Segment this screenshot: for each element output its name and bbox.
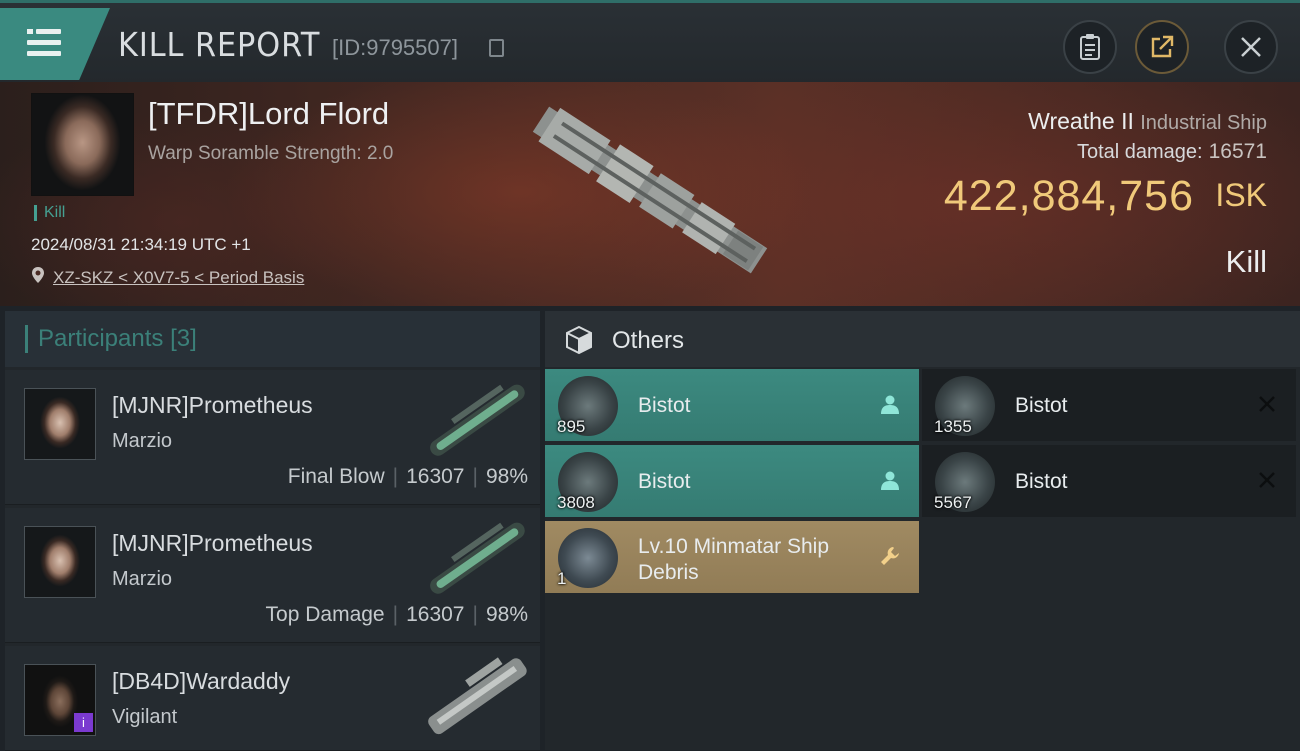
victim-stat: Warp Soramble Strength: 2.0 [148, 143, 394, 164]
participant-ship: Marzio [112, 430, 173, 452]
participants-title: Participants [3] [25, 325, 197, 353]
copy-icon[interactable] [489, 39, 504, 57]
loot-item[interactable]: 1355 Bistot [922, 369, 1296, 441]
participant-role: Top Damage [265, 603, 385, 626]
location-link[interactable]: XZ-SKZ < X0V7-5 < Period Basis [53, 268, 304, 288]
others-header: Others [545, 311, 1300, 367]
menu-icon [27, 29, 33, 34]
ship-class: Industrial Ship [1140, 112, 1267, 134]
participant-damage: 16307 [406, 465, 465, 488]
debris-icon [558, 528, 618, 588]
loot-item[interactable]: 3808 Bistot [545, 445, 919, 517]
kill-tag: Kill [34, 205, 65, 221]
cube-icon [566, 325, 592, 355]
report-id: [ID:9795507] [332, 35, 458, 60]
result-label: Kill [1225, 244, 1267, 279]
item-quantity: 3808 [557, 493, 595, 512]
item-quantity: 1355 [934, 417, 972, 436]
loot-item[interactable]: 1 Lv.10 Minmatar Ship Debris [545, 521, 919, 593]
location-pin-icon [32, 267, 44, 283]
item-name: Lv.10 Minmatar Ship Debris [638, 535, 830, 584]
close-icon [1259, 472, 1275, 488]
participant-ship-image [428, 657, 527, 735]
total-damage-value: 16571 [1208, 140, 1267, 163]
participants-panel[interactable]: Participants [3] [MJNR]Prometheus Marzio… [5, 311, 540, 751]
kill-timestamp: 2024/08/31 21:34:19 UTC +1 [31, 235, 251, 254]
clipboard-icon [1080, 34, 1100, 60]
isk-value: 422,884,756 [943, 172, 1194, 220]
ship-name: Wreathe II [1028, 108, 1134, 134]
participants-count: [3] [170, 325, 197, 352]
top-bar: KILL REPORT [ID:9795507] [0, 0, 1300, 85]
loot-item[interactable]: 895 Bistot [545, 369, 919, 441]
participant-name: [MJNR]Prometheus [112, 392, 313, 418]
participant-stats: Final Blow | 16307 | 98% [287, 465, 528, 488]
victim-name[interactable]: [TFDR]Lord Flord [148, 96, 389, 132]
menu-button[interactable] [0, 8, 110, 80]
item-quantity: 1 [557, 569, 567, 588]
wrench-icon [881, 547, 899, 565]
participant-row[interactable]: [MJNR]Prometheus Marzio Final Blow | 16307… [5, 370, 540, 505]
item-quantity: 895 [557, 417, 586, 436]
page-title: KILL REPORT [118, 25, 321, 64]
item-name: Bistot [638, 470, 691, 493]
others-panel: Others 895 Bistot 1355 Bistot 3808 Bisto… [545, 311, 1300, 750]
item-name: Bistot [638, 394, 691, 417]
share-icon [1151, 35, 1174, 58]
participant-name: [DB4D]Wardaddy [112, 668, 291, 694]
participant-ship: Marzio [112, 568, 173, 590]
total-damage-label: Total damage: [1076, 141, 1203, 163]
participant-stats: Top Damage | 16307 | 98% [265, 603, 528, 626]
victim-portrait[interactable] [31, 93, 134, 196]
participant-ship-image [430, 384, 525, 456]
participant-ship: Vigilant [112, 706, 178, 728]
close-button[interactable] [1224, 20, 1278, 74]
close-icon [1241, 37, 1261, 57]
participant-name: [MJNR]Prometheus [112, 530, 313, 556]
total-damage: Total damage: 16571 [1077, 140, 1267, 164]
isk-unit: ISK [1215, 177, 1267, 213]
participant-row[interactable]: i [DB4D]Wardaddy Vigilant [5, 646, 540, 751]
item-name: Bistot [1015, 394, 1068, 417]
participant-avatar [24, 388, 96, 460]
participant-percent: 98% [485, 603, 528, 626]
participant-row[interactable]: [MJNR]Prometheus Marzio Top Damage | 16307… [5, 508, 540, 643]
person-icon [881, 395, 899, 414]
participant-avatar [24, 526, 96, 598]
person-icon [881, 471, 899, 490]
participant-percent: 98% [485, 465, 528, 488]
share-button[interactable] [1135, 20, 1189, 74]
close-icon [1259, 396, 1275, 412]
participants-header: Participants [3] [5, 311, 540, 367]
participant-damage: 16307 [406, 603, 465, 626]
item-quantity: 5567 [934, 493, 972, 512]
info-badge: i [74, 713, 93, 732]
participant-ship-image [430, 522, 525, 594]
clipboard-button[interactable] [1063, 20, 1117, 74]
others-title: Others [612, 327, 685, 354]
participant-role: Final Blow [287, 465, 385, 488]
item-name: Bistot [1015, 470, 1068, 493]
loot-item[interactable]: 5567 Bistot [922, 445, 1296, 517]
victim-ship-image [532, 106, 768, 274]
victim-ship: Wreathe II Industrial Ship [1028, 108, 1267, 135]
